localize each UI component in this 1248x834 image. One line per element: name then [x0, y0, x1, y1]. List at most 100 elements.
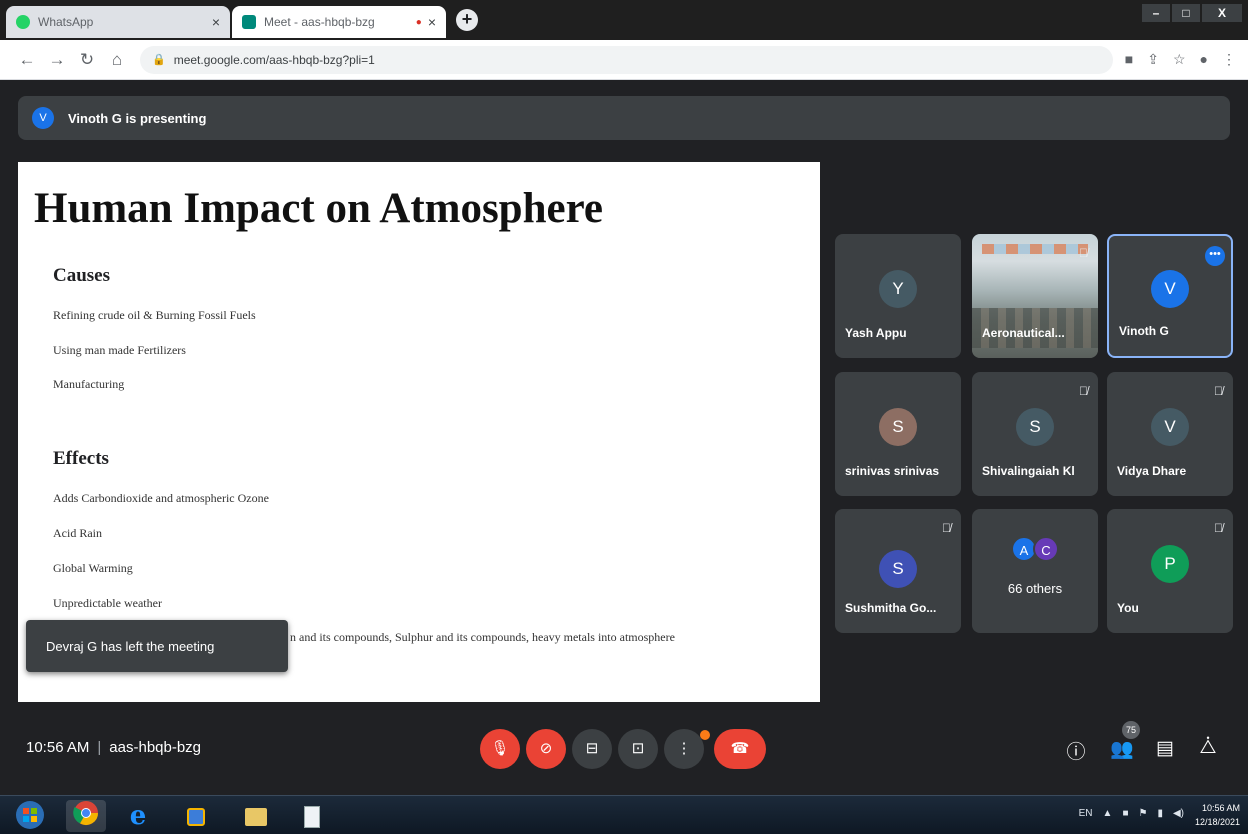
profile-icon[interactable]: ●	[1200, 51, 1208, 68]
url-text: meet.google.com/aas-hbqb-bzg?pli=1	[173, 52, 375, 67]
camera-icon[interactable]: ■	[1125, 51, 1133, 68]
participant-tile-self[interactable]: 🎙̸ P You	[1107, 509, 1233, 633]
mic-off-icon: 🎙	[490, 740, 510, 757]
others-tile[interactable]: A C 66 others	[972, 509, 1098, 633]
notification-dot-icon	[700, 730, 710, 740]
browser-tab-bar: WhatsApp × Meet - aas-hbqb-bzg ● × + – □…	[0, 0, 1248, 40]
cause-item: Using man made Fertilizers	[53, 343, 186, 357]
avatar: S	[879, 549, 917, 588]
media-player-icon[interactable]	[176, 800, 216, 832]
participant-name: Vidya Dhare	[1117, 464, 1187, 478]
effect-item: Unpredictable weather	[53, 596, 162, 610]
address-bar[interactable]: 🔒 meet.google.com/aas-hbqb-bzg?pli=1	[140, 45, 1113, 74]
present-screen-icon: ⊡	[631, 740, 645, 757]
system-clock[interactable]: 10:56 AM 12/18/2021	[1195, 801, 1240, 829]
participant-name: Vinoth G	[1119, 324, 1169, 338]
participant-name: Sushmitha Go...	[845, 601, 937, 615]
start-button[interactable]	[10, 800, 50, 832]
present-button[interactable]: ⊡	[618, 729, 658, 769]
chrome-taskbar-icon[interactable]	[66, 800, 106, 832]
activities-icon[interactable]: ⧊	[1195, 737, 1221, 759]
share-icon[interactable]: ⇪	[1147, 51, 1159, 68]
windows-logo-icon	[16, 801, 44, 829]
participant-tile[interactable]: 🎙̸ S Shivalingaiah Kl	[972, 372, 1098, 496]
avatar: Y	[879, 269, 917, 308]
new-tab-button[interactable]: +	[456, 9, 478, 31]
participant-name: Aeronautical...	[982, 326, 1065, 340]
lock-icon: 🔒	[152, 54, 166, 66]
file-explorer-icon[interactable]	[236, 800, 276, 832]
tab-whatsapp[interactable]: WhatsApp ×	[6, 6, 230, 38]
presenting-banner: V Vinoth G is presenting	[18, 96, 1230, 140]
mic-toggle-button[interactable]: 🎙	[480, 729, 520, 769]
participant-tile[interactable]: S srinivas srinivas	[835, 372, 961, 496]
notification-toast: Devraj G has left the meeting	[26, 620, 288, 672]
avatar: V	[1151, 407, 1189, 446]
camera-off-icon: ⊘	[539, 740, 553, 757]
participant-name: srinivas srinivas	[845, 464, 940, 478]
close-window-button[interactable]: X	[1202, 4, 1242, 22]
participant-name: Shivalingaiah Kl	[982, 464, 1075, 478]
mic-off-icon: 🎙̸	[942, 521, 951, 535]
avatar: P	[1151, 544, 1189, 583]
info-icon[interactable]: ⓘ	[1063, 737, 1089, 764]
mic-off-icon: 🎙̸	[1079, 384, 1088, 398]
whatsapp-icon	[16, 15, 30, 29]
recording-dot-icon: ●	[415, 16, 422, 28]
avatar: V	[32, 107, 54, 129]
tab-close-icon[interactable]: ×	[428, 14, 436, 30]
back-icon[interactable]: ←	[12, 50, 42, 70]
tab-title: WhatsApp	[38, 15, 94, 29]
participant-tile[interactable]: 🎙̸ S Sushmitha Go...	[835, 509, 961, 633]
flag-icon[interactable]: ⚑	[1138, 808, 1147, 819]
participant-tile-video[interactable]: 🎙̸ Aeronautical...	[972, 234, 1098, 358]
forward-icon[interactable]: →	[42, 50, 72, 70]
more-options-icon[interactable]: •••	[1205, 246, 1225, 266]
meeting-time: 10:56 AM	[26, 739, 90, 756]
avatar: V	[1151, 269, 1189, 308]
avatar-stack: A C	[1011, 535, 1059, 562]
tray-app-icon[interactable]: ■	[1122, 808, 1128, 819]
window-controls: – □ X	[1142, 4, 1242, 22]
reload-icon[interactable]: ↻	[72, 50, 102, 70]
network-signal-icon[interactable]: ▮	[1157, 808, 1163, 819]
participant-tile[interactable]: 🎙̸ V Vidya Dhare	[1107, 372, 1233, 496]
maximize-button[interactable]: □	[1172, 4, 1200, 22]
captions-button[interactable]: ⊟	[572, 729, 612, 769]
clock-time: 10:56 AM	[1201, 803, 1240, 813]
more-options-button[interactable]: ⋮	[664, 729, 704, 769]
minimize-button[interactable]: –	[1142, 4, 1170, 22]
tray-arrow-icon[interactable]: ▲	[1103, 808, 1113, 819]
camera-toggle-button[interactable]: ⊘	[526, 729, 566, 769]
home-icon[interactable]: ⌂	[102, 50, 132, 70]
internet-explorer-icon[interactable]: e	[118, 800, 158, 832]
captions-icon: ⊟	[585, 740, 599, 757]
meeting-info: 10:56 AM | aas-hbqb-bzg	[26, 739, 201, 756]
effect-item: Acid Rain	[53, 526, 102, 540]
avatar: C	[1033, 535, 1059, 562]
more-vert-icon: ⋮	[676, 740, 692, 757]
participant-tile[interactable]: Y Yash Appu	[835, 234, 961, 358]
tab-close-icon[interactable]: ×	[212, 14, 220, 30]
leave-call-button[interactable]: ☎	[714, 729, 766, 769]
chat-icon[interactable]: ▤	[1152, 737, 1178, 760]
effect-item: Global Warming	[53, 561, 133, 575]
menu-dots-icon[interactable]: ⋮	[1222, 51, 1236, 68]
presenting-text: Vinoth G is presenting	[68, 110, 207, 126]
slide-title: Human Impact on Atmosphere	[34, 185, 603, 232]
mic-off-icon: 🎙̸	[1214, 521, 1223, 535]
avatar: S	[879, 407, 917, 446]
effect-item: n and its compounds, Sulphur and its com…	[290, 630, 675, 644]
windows-taskbar: e EN ▲ ■ ⚑ ▮ ◀) 10:56 AM 12/18/2021	[0, 795, 1248, 834]
volume-icon[interactable]: ◀)	[1173, 808, 1184, 819]
bookmark-star-icon[interactable]: ☆	[1173, 51, 1186, 68]
notepad-icon[interactable]	[292, 800, 332, 832]
effects-heading: Effects	[53, 448, 109, 469]
separator: |	[97, 739, 102, 756]
participant-name: Yash Appu	[845, 326, 907, 340]
language-indicator[interactable]: EN	[1079, 808, 1093, 819]
people-icon[interactable]: 👥	[1109, 737, 1135, 761]
tab-meet[interactable]: Meet - aas-hbqb-bzg ● ×	[232, 6, 446, 38]
participant-tile[interactable]: ••• V Vinoth G	[1107, 234, 1233, 358]
cause-item: Refining crude oil & Burning Fossil Fuel…	[53, 308, 256, 322]
